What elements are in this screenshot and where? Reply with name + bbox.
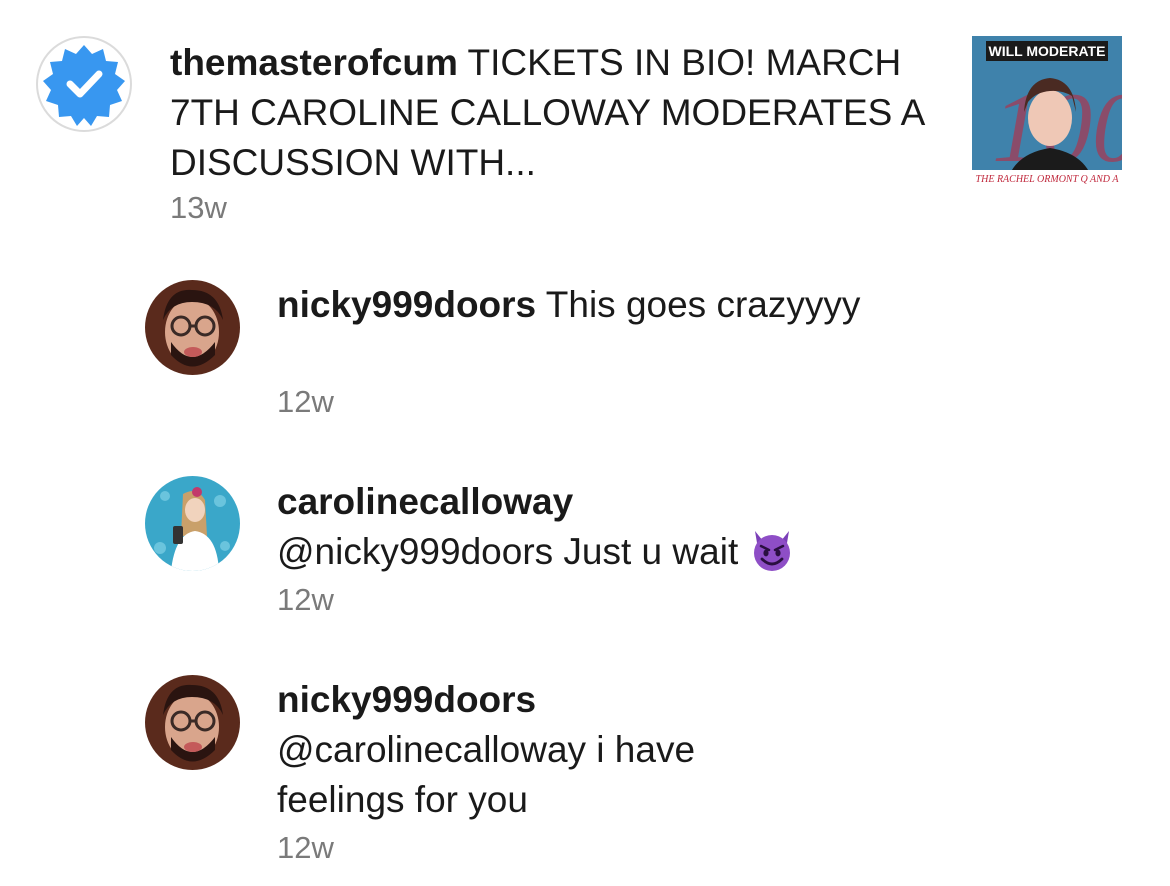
verified-avatar[interactable]	[36, 36, 132, 132]
comment-text: nicky999doors This goes crazyyyy	[277, 280, 1037, 330]
comment-body: This goes crazyyyy	[545, 284, 861, 325]
comment-username[interactable]: nicky999doors	[277, 284, 536, 325]
post-caption: themasterofcum TICKETS IN BIO! MARCH 7TH…	[170, 38, 930, 188]
comment-username[interactable]: nicky999doors	[277, 675, 797, 725]
smiling-imp-emoji-icon	[753, 531, 790, 571]
thumbnail-top-text: WILL MODERATE	[989, 43, 1106, 59]
comment-avatar-nicky999doors[interactable]	[145, 675, 240, 770]
post-timestamp: 13w	[170, 190, 227, 225]
comment-text: nicky999doors @carolinecalloway i have f…	[277, 675, 797, 825]
verified-badge-icon	[36, 36, 132, 132]
comment-username[interactable]: carolinecalloway	[277, 477, 1037, 527]
comment-timestamp: 12w	[277, 384, 334, 419]
comment-body: @nicky999doors Just u wait	[277, 531, 739, 572]
comment-avatar-carolinecalloway[interactable]	[145, 476, 240, 571]
avatar-image	[145, 280, 240, 375]
thumbnail-image: 100 WILL MODERATE THE RACHEL ORMONT Q AN…	[972, 36, 1122, 186]
thumbnail-bottom-text: THE RACHEL ORMONT Q AND A	[976, 174, 1120, 185]
comment-body: @carolinecalloway i have feelings for yo…	[277, 729, 696, 820]
comment-avatar-nicky999doors[interactable]	[145, 280, 240, 375]
post-username[interactable]: themasterofcum	[170, 42, 458, 83]
avatar-image	[145, 476, 240, 571]
avatar-image	[145, 675, 240, 770]
comment-timestamp: 12w	[277, 830, 334, 865]
comment-timestamp: 12w	[277, 582, 334, 617]
comment-text: carolinecalloway @nicky999doors Just u w…	[277, 477, 1037, 577]
post-thumbnail[interactable]: 100 WILL MODERATE THE RACHEL ORMONT Q AN…	[972, 36, 1122, 186]
